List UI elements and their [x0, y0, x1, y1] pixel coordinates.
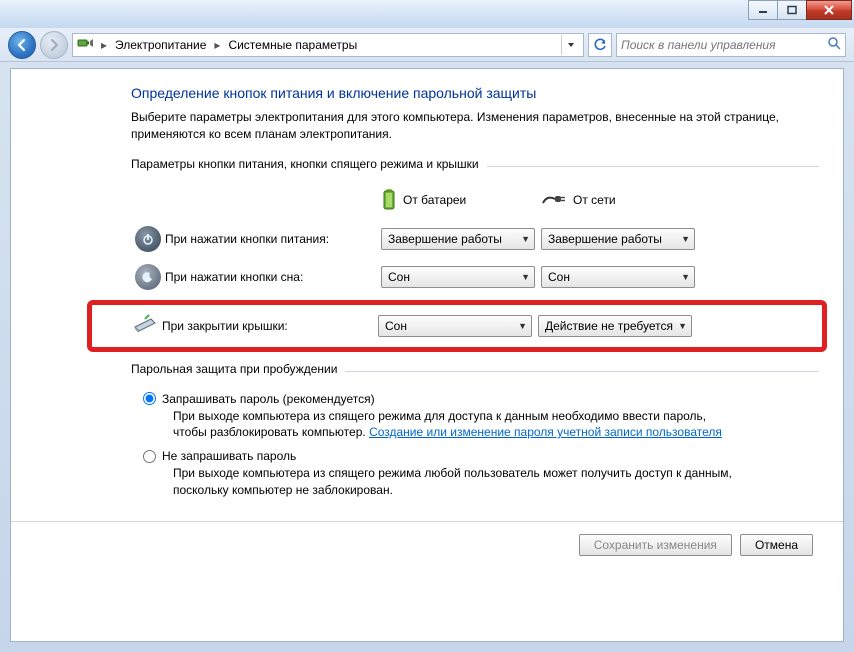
lid-close-label: При закрытии крышки: [162, 319, 378, 333]
power-icon [135, 226, 161, 252]
row-sleep-button: При нажатии кнопки сна: Сон▼ Сон▼ [131, 262, 819, 292]
lid-battery-select[interactable]: Сон▼ [378, 315, 532, 337]
power-plan-icon [77, 37, 95, 53]
require-password-desc: При выходе компьютера из спящего режима … [173, 408, 733, 442]
breadcrumb-level2[interactable]: Системные параметры [226, 38, 359, 52]
search-input[interactable] [621, 38, 827, 52]
close-button[interactable] [806, 0, 852, 20]
chevron-down-icon: ▼ [678, 321, 687, 331]
breadcrumb[interactable]: ▸ Электропитание ▸ Системные параметры [72, 33, 584, 57]
no-password-desc: При выходе компьютера из спящего режима … [173, 465, 733, 499]
page-title: Определение кнопок питания и включение п… [131, 85, 819, 101]
plug-icon [541, 191, 567, 210]
sleep-button-battery-select[interactable]: Сон▼ [381, 266, 535, 288]
highlighted-lid-row: При закрытии крышки: Сон▼ Действие не тр… [87, 300, 827, 352]
forward-button[interactable] [40, 31, 68, 59]
cancel-button[interactable]: Отмена [740, 534, 813, 556]
search-box[interactable] [616, 33, 846, 57]
column-battery: От батареи [381, 187, 541, 214]
sleep-button-ac-select[interactable]: Сон▼ [541, 266, 695, 288]
radio-nopassword-input[interactable] [143, 450, 156, 463]
password-section-legend: Парольная защита при пробуждении [131, 362, 337, 376]
buttons-section-legend: Параметры кнопки питания, кнопки спящего… [131, 157, 479, 171]
radio-require-password[interactable]: Запрашивать пароль (рекомендуется) [143, 392, 819, 406]
chevron-down-icon: ▼ [681, 234, 690, 244]
sleep-button-label: При нажатии кнопки сна: [165, 270, 381, 284]
lid-ac-select[interactable]: Действие не требуется▼ [538, 315, 692, 337]
row-power-button: При нажатии кнопки питания: Завершение р… [131, 224, 819, 254]
refresh-button[interactable] [588, 33, 612, 57]
chevron-right-icon: ▸ [101, 38, 107, 52]
chevron-down-icon: ▼ [681, 272, 690, 282]
chevron-down-icon: ▼ [518, 321, 527, 331]
radio-require-input[interactable] [143, 392, 156, 405]
row-lid-close: При закрытии крышки: Сон▼ Действие не тр… [128, 311, 822, 341]
titlebar [0, 0, 854, 28]
column-ac: От сети [541, 187, 701, 214]
breadcrumb-level1[interactable]: Электропитание [113, 38, 208, 52]
breadcrumb-dropdown[interactable] [561, 35, 579, 55]
page-description: Выберите параметры электропитания для эт… [131, 109, 819, 143]
chevron-down-icon: ▼ [521, 234, 530, 244]
minimize-button[interactable] [748, 0, 778, 20]
power-button-label: При нажатии кнопки питания: [165, 232, 381, 246]
radio-no-password[interactable]: Не запрашивать пароль [143, 449, 819, 463]
power-button-ac-select[interactable]: Завершение работы▼ [541, 228, 695, 250]
maximize-button[interactable] [777, 0, 807, 20]
create-password-link[interactable]: Создание или изменение пароля учетной за… [369, 425, 722, 439]
nav-row: ▸ Электропитание ▸ Системные параметры [0, 28, 854, 62]
save-button[interactable]: Сохранить изменения [579, 534, 732, 556]
laptop-lid-icon [131, 313, 159, 338]
battery-icon [381, 187, 397, 214]
search-icon[interactable] [827, 36, 841, 53]
chevron-right-icon: ▸ [214, 38, 220, 52]
sleep-icon [135, 264, 161, 290]
power-button-battery-select[interactable]: Завершение работы▼ [381, 228, 535, 250]
back-button[interactable] [8, 31, 36, 59]
chevron-down-icon: ▼ [521, 272, 530, 282]
content-area: Определение кнопок питания и включение п… [10, 68, 844, 642]
